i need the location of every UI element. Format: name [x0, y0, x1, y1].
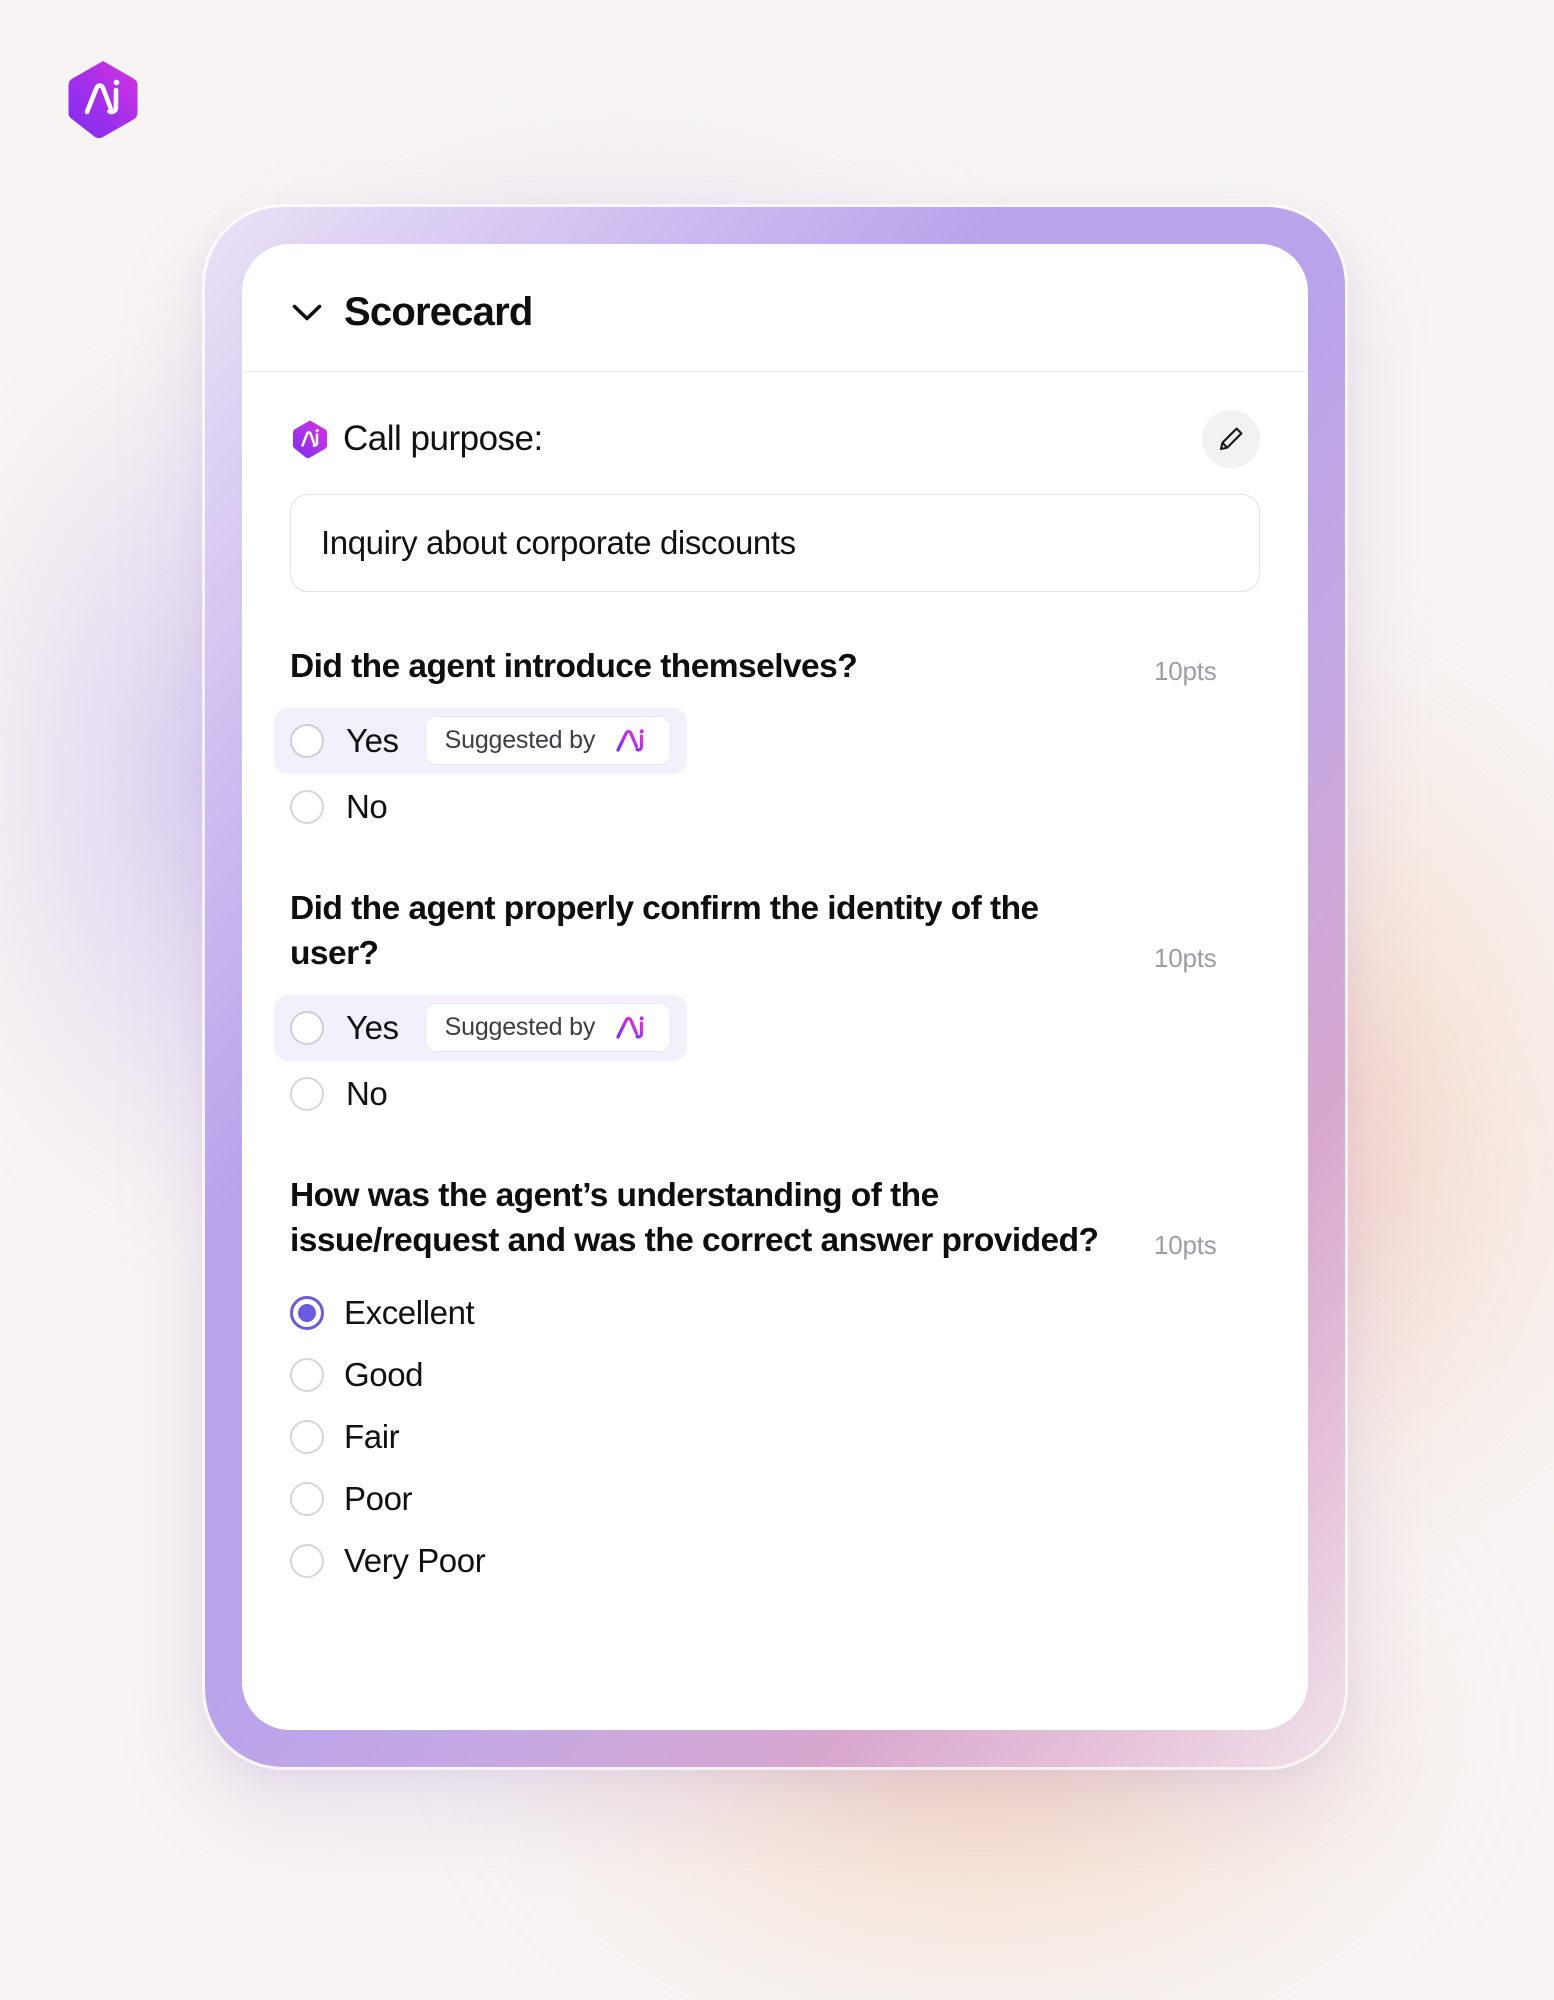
scorecard-header[interactable]: Scorecard [242, 244, 1308, 372]
question-block: Did the agent properly confirm the ident… [274, 886, 1260, 1127]
option-label: Very Poor [344, 1541, 486, 1579]
option-row-very-poor[interactable]: Very Poor [290, 1530, 1260, 1592]
option-label: Yes [346, 721, 399, 759]
pencil-edit-icon[interactable] [1202, 410, 1260, 468]
option-label: Poor [344, 1479, 413, 1517]
question-text: How was the agent’s understanding of the… [290, 1176, 1099, 1260]
ai-hexagon-icon [290, 419, 330, 459]
option-row-yes[interactable]: Yes Suggested by [274, 707, 688, 774]
option-label: No [346, 1074, 388, 1112]
option-list: Yes Suggested by No [274, 707, 1260, 840]
radio-button[interactable] [290, 723, 324, 758]
question-block: Did the agent introduce themselves? 10pt… [274, 644, 1260, 840]
scorecard-body: Call purpose: Did the agent introduce th… [242, 372, 1308, 1644]
radio-button[interactable] [290, 1419, 324, 1454]
option-row-yes[interactable]: Yes Suggested by [274, 994, 688, 1061]
question-block: How was the agent’s understanding of the… [290, 1173, 1260, 1592]
radio-button[interactable] [290, 789, 324, 824]
chevron-down-icon[interactable] [290, 296, 324, 330]
radio-button[interactable] [290, 1357, 324, 1392]
option-row-fair[interactable]: Fair [290, 1406, 1260, 1468]
option-row-excellent[interactable]: Excellent [290, 1282, 1260, 1344]
radio-button[interactable] [290, 1010, 324, 1045]
question-points: 10pts [1154, 655, 1217, 686]
option-row-no[interactable]: No [290, 774, 1260, 840]
question-header: Did the agent properly confirm the ident… [290, 886, 1260, 977]
page-title: Scorecard [344, 290, 533, 334]
option-row-no[interactable]: No [290, 1061, 1260, 1127]
ai-wordmark-icon [615, 728, 653, 754]
question-text: Did the agent introduce themselves? [290, 648, 858, 685]
ai-hexagon-logo-icon [62, 58, 144, 140]
option-label: No [346, 787, 388, 825]
radio-button[interactable] [290, 1481, 324, 1516]
call-purpose-header: Call purpose: [290, 410, 1260, 468]
option-row-poor[interactable]: Poor [290, 1468, 1260, 1530]
option-list: Excellent Good Fair Poor Very Poor [290, 1282, 1260, 1592]
call-purpose-label: Call purpose: [343, 419, 543, 458]
scorecard-frame: Scorecard Call purpose: Inquiry about co… [202, 204, 1348, 1770]
option-label: Fair [344, 1417, 400, 1455]
scorecard-card: Scorecard Call purpose: Inquiry about co… [242, 244, 1308, 1730]
suggested-by-badge: Suggested by [424, 716, 672, 766]
suggested-by-text: Suggested by [444, 726, 596, 755]
option-row-good[interactable]: Good [290, 1344, 1260, 1406]
question-points: 10pts [1154, 1229, 1217, 1260]
call-purpose-input[interactable] [290, 494, 1260, 592]
suggested-by-text: Suggested by [444, 1013, 596, 1042]
radio-button[interactable] [290, 1295, 324, 1330]
option-label: Excellent [344, 1293, 475, 1331]
question-points: 10pts [1154, 942, 1217, 973]
suggested-by-badge: Suggested by [424, 1003, 672, 1053]
option-label: Yes [346, 1008, 399, 1046]
option-list: Yes Suggested by No [274, 994, 1260, 1127]
question-header: Did the agent introduce themselves? 10pt… [290, 644, 1260, 690]
option-label: Good [344, 1355, 424, 1393]
radio-button[interactable] [290, 1076, 324, 1111]
radio-button[interactable] [290, 1543, 324, 1578]
question-header: How was the agent’s understanding of the… [290, 1173, 1260, 1264]
question-text: Did the agent properly confirm the ident… [290, 889, 1039, 973]
ai-wordmark-icon [615, 1015, 653, 1041]
